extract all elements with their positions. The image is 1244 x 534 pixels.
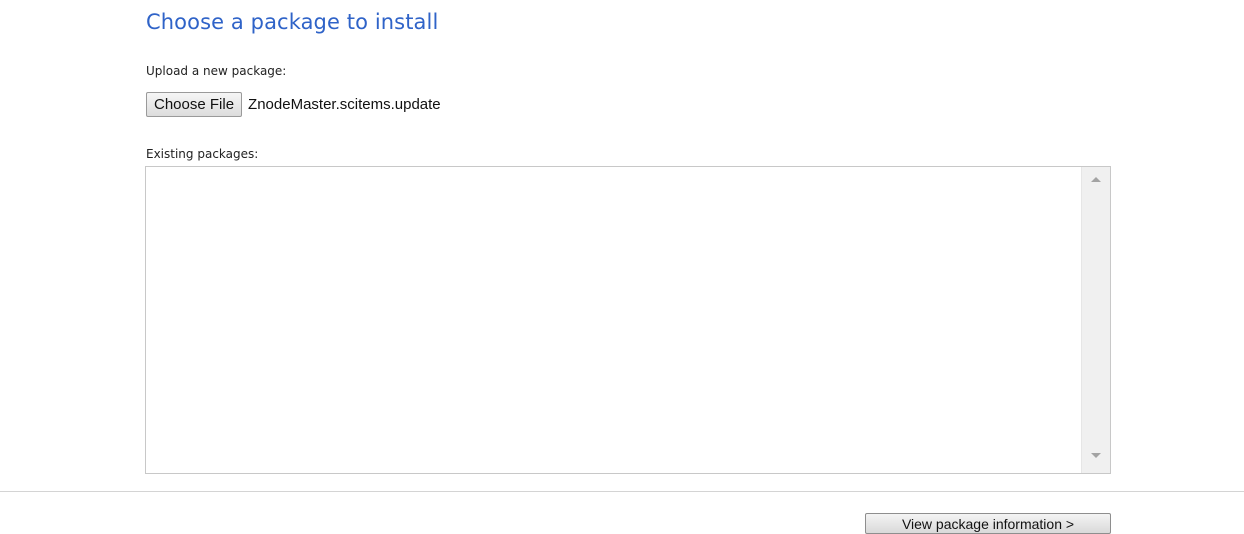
footer-divider bbox=[0, 491, 1244, 492]
listbox-scrollbar[interactable] bbox=[1081, 167, 1110, 473]
file-upload-control: Choose File ZnodeMaster.scitems.update bbox=[146, 90, 441, 118]
scroll-down-icon[interactable] bbox=[1091, 453, 1101, 458]
choose-file-button[interactable]: Choose File bbox=[146, 91, 243, 117]
install-package-page: Choose a package to install Upload a new… bbox=[0, 0, 1244, 534]
existing-packages-label: Existing packages: bbox=[146, 147, 259, 161]
scroll-up-icon[interactable] bbox=[1091, 177, 1101, 182]
selected-file-name: ZnodeMaster.scitems.update bbox=[248, 95, 441, 113]
page-title: Choose a package to install bbox=[146, 10, 439, 34]
existing-packages-listbox[interactable] bbox=[145, 166, 1111, 474]
view-package-information-button[interactable]: View package information > bbox=[865, 513, 1111, 534]
upload-package-label: Upload a new package: bbox=[146, 64, 287, 78]
